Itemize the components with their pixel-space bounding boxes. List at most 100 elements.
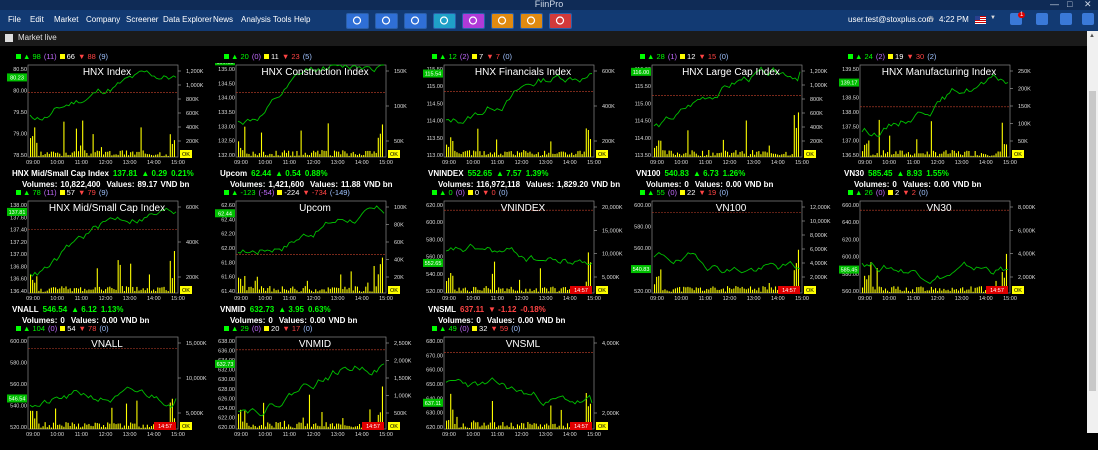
volume-bar bbox=[163, 155, 165, 157]
summary-value: 62.44 bbox=[251, 169, 272, 178]
chart-panel[interactable]: ▲ -123 (-54) -224 ▼ -734 (-149) 62.60 62.40 62.… bbox=[214, 188, 420, 325]
chat-icon[interactable] bbox=[1036, 13, 1048, 25]
menu-data-explorer[interactable]: Data Explorer bbox=[163, 15, 212, 24]
price-volume-chart[interactable]: 115.50115.00114.50114.00113.50113.00600K… bbox=[422, 63, 628, 169]
ceiling-count: (0) bbox=[251, 324, 262, 333]
volume-bar bbox=[552, 153, 554, 157]
filter-button[interactable] bbox=[462, 13, 485, 29]
volume-bar bbox=[325, 291, 327, 293]
chart-panel[interactable]: ▲ 55(0)22▼ 19(0)600.00580.00560.00540.00… bbox=[630, 188, 836, 314]
globe-button[interactable] bbox=[346, 13, 369, 29]
chart-panel[interactable]: ▲ 29(0)20▼ 17(0)638.00636.00634.00632.00… bbox=[214, 324, 420, 450]
price-volume-chart[interactable]: 600.00 580.00 560.00 540.00 520.00 15,000K 10,… bbox=[6, 335, 212, 441]
volume-bar bbox=[42, 291, 44, 293]
volume-bar bbox=[558, 425, 560, 429]
price-volume-chart[interactable]: 138.00137.60137.40137.20137.00136.80136.… bbox=[6, 199, 212, 305]
volume-bar bbox=[331, 155, 333, 157]
volume-bar bbox=[283, 150, 285, 157]
chart-panel[interactable]: ▲ 49 (0) 32 ▼ 59 (0) 680.00 670.00 660.00 650.00… bbox=[422, 324, 628, 450]
chart-panel[interactable]: ▲ 104 (0) 54 ▼ 78 (0) 600.00 580.00 560.00 540.0… bbox=[6, 324, 212, 450]
price-volume-chart[interactable]: 135.00 134.50 134.00 133.50 133.00 132.50 132.… bbox=[214, 63, 420, 169]
volume-bar bbox=[508, 426, 510, 429]
price-volume-chart[interactable]: 620.00600.00580.00560.00540.00520.0020,0… bbox=[422, 199, 628, 305]
volume-bar bbox=[978, 286, 980, 293]
maximize-button[interactable]: □ bbox=[1067, 0, 1072, 9]
menu-edit[interactable]: Edit bbox=[30, 15, 44, 24]
settings-icon[interactable] bbox=[1082, 13, 1094, 25]
chart-panel[interactable]: ▲ 20 (0) 11 ▼ 23 (5) 135.00 134.50 134.00 133.50… bbox=[214, 52, 420, 189]
dropdown-icon[interactable]: ▼ bbox=[990, 15, 996, 21]
volume-bar bbox=[61, 286, 63, 293]
volume-bar bbox=[512, 154, 514, 157]
volume-bar bbox=[258, 425, 260, 429]
camera-button[interactable] bbox=[433, 13, 456, 29]
volume-tick-label: 200K bbox=[1018, 87, 1031, 93]
user-email[interactable]: user.test@stoxplus.com bbox=[848, 15, 933, 24]
chart-title: HNX Index bbox=[83, 67, 131, 78]
volume-tick-label: 20,000K bbox=[602, 205, 623, 211]
scrollbar-thumb[interactable] bbox=[1089, 91, 1096, 391]
people-button[interactable] bbox=[375, 13, 398, 29]
price-volume-chart[interactable]: 80.50 80.00 79.50 79.00 78.50 1,200K 1,000K 800… bbox=[6, 63, 212, 169]
ai-button[interactable] bbox=[549, 13, 572, 29]
volume-bar bbox=[727, 286, 729, 293]
chart-panel[interactable]: ▲ 28(1) 12▼ 15(0) 116.00 115.50 115.00 114.50… bbox=[630, 52, 836, 189]
report-button[interactable] bbox=[520, 13, 543, 29]
menu-news[interactable]: News bbox=[213, 15, 233, 24]
summary-change: ▲ 8.93 bbox=[896, 169, 923, 178]
user-icon[interactable] bbox=[1060, 13, 1072, 25]
volume-bar bbox=[302, 417, 304, 429]
price-volume-chart[interactable]: 139.50139.00138.50138.00137.50137.00136.… bbox=[838, 63, 1044, 169]
volume-bar bbox=[138, 290, 140, 293]
price-volume-chart[interactable]: 660.00640.00620.00600.00580.00560.008,00… bbox=[838, 199, 1044, 305]
flag-icon[interactable] bbox=[975, 16, 986, 24]
minimize-button[interactable]: — bbox=[1050, 0, 1059, 9]
menu-screener[interactable]: Screener bbox=[126, 15, 158, 24]
volume-bar bbox=[535, 153, 537, 157]
price-volume-chart[interactable]: 116.00 115.50 115.00 114.50 114.00 113.50 1,20… bbox=[630, 63, 836, 169]
summary-value: 137.81 bbox=[112, 169, 138, 178]
menu-market[interactable]: Market bbox=[54, 15, 78, 24]
team-button[interactable] bbox=[491, 13, 514, 29]
volume-bar bbox=[768, 283, 770, 293]
menu-file[interactable]: File bbox=[8, 15, 21, 24]
scroll-up-arrow[interactable]: ▲ bbox=[1089, 33, 1095, 39]
volume-bar bbox=[479, 426, 481, 429]
menu-analysis-tools[interactable]: Analysis Tools bbox=[241, 15, 292, 24]
summary-percent: 0.21% bbox=[171, 169, 194, 178]
volume-bar bbox=[687, 130, 689, 157]
chart-panel[interactable]: ▲ 12(2)7▼ 7(0)115.50115.00114.50114.0011… bbox=[422, 52, 628, 189]
chart-panel[interactable]: ▲ 78 (11) 57 ▼ 79 (9) 138.00 137.60 137.40 137.2… bbox=[6, 188, 212, 325]
vertical-scrollbar[interactable]: ▲ bbox=[1087, 31, 1098, 433]
volume-bar bbox=[333, 287, 336, 293]
volume-bar bbox=[664, 289, 666, 293]
summary-percent: 1.39% bbox=[525, 169, 549, 178]
chart-button[interactable] bbox=[404, 13, 427, 29]
price-volume-chart[interactable]: 600.00580.00560.00540.00520.0012,000K10,… bbox=[630, 199, 836, 305]
volume-bar bbox=[340, 154, 342, 157]
volume-bar bbox=[672, 153, 674, 157]
close-button[interactable]: ✕ bbox=[1084, 0, 1092, 10]
chart-panel[interactable]: ▲ 24(2)19▼ 30(2)139.50139.00138.50138.00… bbox=[838, 52, 1044, 189]
menu-help[interactable]: Help bbox=[294, 15, 310, 24]
down-count: ▼ 88 bbox=[77, 52, 96, 61]
volume-bar bbox=[564, 427, 566, 429]
volume-bar bbox=[541, 426, 544, 429]
x-tick-label: 14:00 bbox=[979, 160, 993, 166]
x-tick-label: 09:00 bbox=[858, 160, 872, 166]
y-tick-label: 520.00 bbox=[10, 425, 27, 431]
chart-panel[interactable]: ▲ 98 (11) 66 ▼ 88 (9) 80.50 80.00 79.50 79.00 78.… bbox=[6, 52, 212, 189]
volume-bar bbox=[240, 147, 242, 157]
price-volume-chart[interactable]: 680.00670.00660.00650.00640.00630.00620.… bbox=[422, 335, 628, 441]
volume-bar bbox=[171, 143, 173, 157]
volume-bar bbox=[533, 423, 535, 429]
price-volume-chart[interactable]: 638.00636.00634.00632.00630.00628.00626.… bbox=[214, 335, 420, 441]
menu-company[interactable]: Company bbox=[86, 15, 120, 24]
volume-bar bbox=[560, 409, 562, 429]
volume-bar bbox=[98, 286, 100, 293]
price-volume-chart[interactable]: 62.60 62.40 62.20 62.00 61.80 61.60 61.40 100K 8… bbox=[214, 199, 420, 305]
chart-panel[interactable]: ▲ 0 (0) 0 ▼ 0 (0) 620.00 600.00 580.00 560.00 540… bbox=[422, 188, 628, 325]
volume-bar bbox=[905, 287, 907, 293]
volume-bar bbox=[466, 427, 468, 429]
chart-panel[interactable]: ▲ 26 (0) 2 ▼ 2 (0) 660.00 640.00 620.00 600.00 58… bbox=[838, 188, 1044, 314]
